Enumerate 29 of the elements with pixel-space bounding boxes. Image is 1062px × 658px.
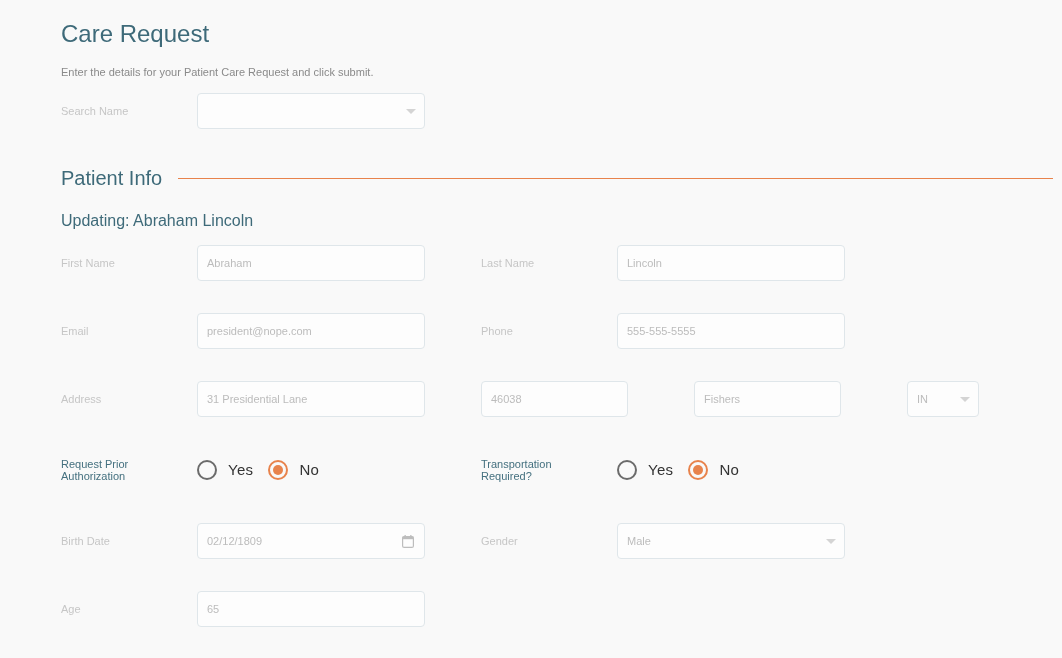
text-field[interactable]: Lincoln	[617, 245, 845, 281]
text-field[interactable]: 555-555-5555	[617, 313, 845, 349]
dropdown[interactable]: IN	[907, 381, 979, 417]
radio-option[interactable]: Yes	[197, 460, 254, 480]
date-field[interactable]: 02/12/1809	[197, 523, 425, 559]
section-subheading: Updating: Abraham Lincoln	[61, 211, 254, 231]
text-field[interactable]: 65	[197, 591, 425, 627]
text-field[interactable]: Fishers	[694, 381, 841, 417]
dropdown[interactable]: Male	[617, 523, 845, 559]
radio-icon[interactable]	[197, 460, 217, 480]
caret-icon	[960, 396, 970, 402]
radio-option[interactable]: No	[688, 460, 740, 480]
text-field[interactable]: president@nope.com	[197, 313, 425, 349]
radio-option[interactable]: Yes	[617, 460, 674, 480]
field-label: Request Prior Authorization	[61, 458, 130, 482]
radio-icon[interactable]	[617, 460, 637, 480]
calendar-icon	[402, 534, 414, 548]
radio-option[interactable]: No	[268, 460, 320, 480]
text-field[interactable]: 31 Presidential Lane	[197, 381, 425, 417]
page-title: Care Request	[61, 19, 210, 49]
text-field[interactable]: Abraham	[197, 245, 425, 281]
radio-icon[interactable]	[688, 460, 709, 480]
field-label: Transportation Required?	[481, 458, 553, 482]
caret-icon	[826, 538, 836, 544]
intro-text: Enter the details for your Patient Care Request and click submit.	[61, 65, 374, 80]
radio-icon[interactable]	[268, 460, 289, 480]
caret-icon	[406, 108, 416, 114]
section-heading: Patient Info	[61, 166, 163, 191]
text-field[interactable]: 46038	[481, 381, 628, 417]
